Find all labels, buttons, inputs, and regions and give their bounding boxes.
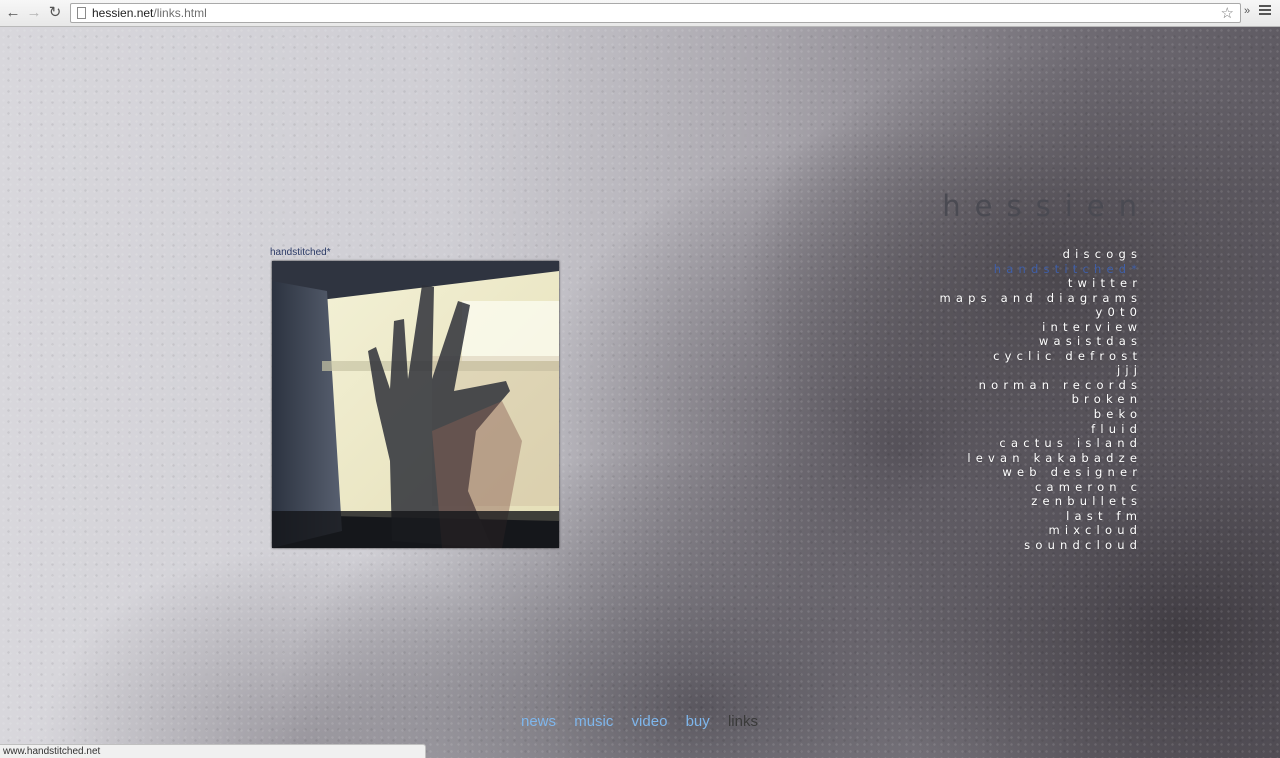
link-item[interactable]: norman records [939,378,1142,393]
nav-news[interactable]: news [521,713,556,730]
link-item[interactable]: cyclic defrost [939,349,1142,364]
reload-icon[interactable]: ↻ [46,4,64,22]
browser-toolbar: ← → ↻ hessien.net/links.html ☆ » [0,0,1280,27]
link-item[interactable]: handstitched* [939,262,1142,277]
album-cover-image[interactable] [272,261,559,548]
album-cover-artwork [272,261,559,548]
link-item[interactable]: levan kakabadze [939,451,1142,466]
link-item[interactable]: fluid [939,422,1142,437]
page-icon [77,7,86,19]
link-item[interactable]: beko [939,407,1142,422]
link-item[interactable]: twitter [939,276,1142,291]
link-item[interactable]: broken [939,392,1142,407]
status-bubble: www.handstitched.net [0,744,426,758]
bookmark-star-icon[interactable]: ☆ [1221,4,1234,22]
url-path: /links.html [153,6,207,20]
link-item[interactable]: mixcloud [939,523,1142,538]
page-viewport: handstitched* hessien discogs handstitch… [0,27,1280,758]
url-host: hessien.net [92,6,154,20]
address-bar[interactable]: hessien.net/links.html ☆ [70,3,1241,23]
link-item[interactable]: soundcloud [939,538,1142,553]
link-item[interactable]: web designer [939,465,1142,480]
link-item[interactable]: last fm [939,509,1142,524]
browser-window: ← → ↻ hessien.net/links.html ☆ » handsti… [0,0,1280,758]
nav-buy[interactable]: buy [686,713,710,730]
link-item[interactable]: wasistdas [939,334,1142,349]
site-title[interactable]: hessien [942,189,1151,223]
external-links-list: discogs handstitched* twitter maps and diag… [939,247,1137,552]
link-item[interactable]: jjj [939,363,1142,378]
link-item[interactable]: y0t0 [939,305,1142,320]
back-arrow-icon[interactable]: ← [4,4,22,22]
link-item[interactable]: interview [939,320,1142,335]
nav-links[interactable]: links [728,713,758,730]
link-item[interactable]: zenbullets [939,494,1142,509]
link-item[interactable]: maps and diagrams [939,291,1142,306]
album-label[interactable]: handstitched* [270,247,331,258]
link-item[interactable]: discogs [939,247,1142,262]
url-text[interactable]: hessien.net/links.html [92,6,207,20]
link-item[interactable]: cactus island [939,436,1142,451]
main-nav: news music video buy links [521,713,772,730]
extensions-chevron-icon[interactable]: » [1244,5,1250,17]
menu-hamburger-icon[interactable] [1259,5,1271,17]
link-item[interactable]: cameron c [939,480,1142,495]
forward-arrow-icon[interactable]: → [25,4,43,22]
nav-music[interactable]: music [574,713,613,730]
nav-video[interactable]: video [632,713,668,730]
